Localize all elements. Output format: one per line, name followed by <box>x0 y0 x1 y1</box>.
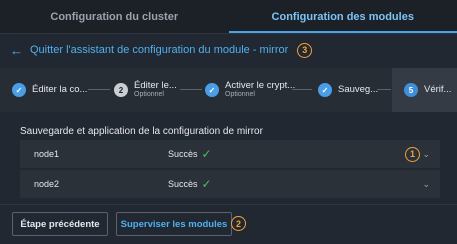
arrow-left-icon: ← <box>10 42 23 58</box>
node-name: node1 <box>34 149 60 159</box>
check-icon: ✓ <box>201 147 212 161</box>
step-1[interactable]: ✓ Éditer la co... <box>12 68 87 112</box>
step-2[interactable]: 2 Éditer le... Optionnel <box>114 68 177 112</box>
callout-badge-1: 1 <box>405 146 420 162</box>
step-5-number: 5 <box>404 83 418 97</box>
node-status: Succès ✓ <box>168 178 212 190</box>
step-3-sub: Optionnel <box>225 91 255 99</box>
step-2-label: Éditer le... <box>134 80 177 92</box>
status-label: Succès <box>168 149 198 159</box>
node-name: node2 <box>34 179 60 189</box>
step-connector <box>377 89 391 90</box>
check-icon: ✓ <box>201 177 212 191</box>
top-tabs: Configuration du cluster Configuration d… <box>0 0 457 34</box>
step-5[interactable]: 5 Vérif... <box>392 68 457 112</box>
chevron-down-icon[interactable]: ⌄ <box>422 179 430 190</box>
chevron-down-icon[interactable]: ⌄ <box>422 149 430 160</box>
step-2-sub: Optionnel <box>134 91 164 99</box>
check-icon: ✓ <box>318 83 332 97</box>
supervise-modules-button[interactable]: Superviser les modules <box>116 212 232 236</box>
step-2-number: 2 <box>114 83 128 97</box>
callout-badge-2: 2 <box>231 216 246 231</box>
step-connector <box>180 89 202 90</box>
step-1-label: Éditer la co... <box>32 84 88 96</box>
node-row[interactable]: node1 Succès ✓ 1 ⌄ <box>20 140 440 168</box>
tab-cluster-config[interactable]: Configuration du cluster <box>0 0 229 33</box>
step-connector <box>292 89 312 90</box>
footer-divider <box>0 204 457 205</box>
node-row[interactable]: node2 Succès ✓ ⌄ <box>20 170 440 198</box>
section-title: Sauvegarde et application de la configur… <box>20 126 263 137</box>
previous-step-button[interactable]: Étape précédente <box>12 212 108 236</box>
step-5-label: Vérif... <box>424 84 452 96</box>
step-4-label: Sauveg... <box>338 84 379 96</box>
tab-module-config[interactable]: Configuration des modules <box>228 0 457 33</box>
step-4[interactable]: ✓ Sauveg... <box>318 68 378 112</box>
step-3[interactable]: ✓ Activer le crypt... Optionnel <box>205 68 295 112</box>
check-icon: ✓ <box>205 83 219 97</box>
exit-wizard-label: Quitter l'assistant de configuration du … <box>30 44 289 56</box>
step-connector <box>88 89 110 90</box>
exit-wizard-link[interactable]: ← Quitter l'assistant de configuration d… <box>10 40 313 60</box>
check-icon: ✓ <box>12 83 26 97</box>
callout-badge-3: 3 <box>297 42 313 58</box>
wizard-stepper: ✓ Éditer la co... 2 Éditer le... Optionn… <box>0 68 457 112</box>
status-label: Succès <box>168 179 198 189</box>
step-3-label: Activer le crypt... <box>225 80 296 92</box>
node-status: Succès ✓ <box>168 148 212 160</box>
